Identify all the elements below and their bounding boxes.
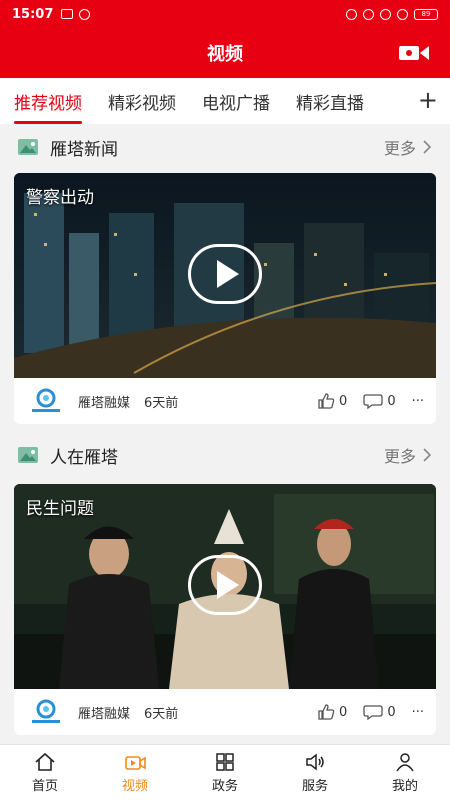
chevron-right-icon (423, 448, 432, 462)
tab-recommended-video[interactable]: 推荐视频 (14, 89, 82, 124)
source-logo (32, 388, 60, 412)
thumbs-up-icon[interactable] (317, 703, 335, 721)
play-icon (217, 260, 239, 288)
tab-tv-broadcast[interactable]: 电视广播 (202, 89, 270, 114)
bluetooth-icon (397, 8, 408, 20)
vibrate-icon (346, 8, 357, 20)
speaker-icon (306, 752, 324, 771)
nav-item-government[interactable]: 政务 (180, 745, 270, 800)
app-header: 视频 (0, 28, 450, 78)
nav-label: 服务 (301, 778, 328, 794)
source-logo (32, 699, 60, 723)
section-header-people-in-yanta: 人在雁塔 更多 (0, 432, 450, 478)
more-label: 更多 (383, 139, 416, 158)
like-count: 0 (339, 704, 348, 720)
comment-count: 0 (387, 704, 396, 720)
nav-item-video[interactable]: 视频 (90, 745, 180, 800)
status-bar: 15:07 89 (0, 0, 450, 28)
nav-item-services[interactable]: 服务 (270, 745, 360, 800)
nav-label: 首页 (31, 778, 58, 794)
tab-featured-video[interactable]: 精彩视频 (108, 89, 176, 114)
time-ago: 6天前 (144, 706, 179, 722)
bottom-nav: 首页 视频 政务 服务 我的 (0, 744, 450, 800)
nav-label: 政务 (211, 778, 238, 794)
person-icon (396, 752, 414, 771)
nav-item-home[interactable]: 首页 (0, 745, 90, 800)
image-icon (18, 139, 38, 155)
video-card: 警察出动 雁塔融媒 6天前 0 0 ··· (14, 173, 436, 424)
source-name: 雁塔融媒 (78, 706, 131, 722)
video-camera-icon[interactable] (398, 44, 430, 62)
status-time: 15:07 (12, 6, 54, 22)
image-icon (18, 447, 38, 463)
play-button[interactable] (188, 244, 262, 304)
play-icon (217, 571, 239, 599)
tab-featured-live[interactable]: 精彩直播 (296, 89, 364, 114)
home-icon (35, 752, 55, 771)
source-name: 雁塔融媒 (78, 395, 131, 411)
section-header-yanta-news: 雁塔新闻 更多 (0, 124, 450, 170)
more-link[interactable]: 更多 (384, 443, 432, 467)
more-actions-button[interactable]: ··· (412, 705, 424, 720)
alarm-icon (363, 8, 374, 20)
channel-tab-bar: 推荐视频 精彩视频 电视广播 精彩直播 + (0, 78, 450, 124)
comment-count: 0 (387, 393, 396, 409)
comment-icon[interactable] (363, 703, 383, 721)
video-icon (125, 755, 146, 770)
video-caption: 民生问题 (26, 499, 94, 519)
like-count: 0 (339, 393, 348, 409)
notification-icon (61, 9, 74, 19)
section-title: 雁塔新闻 (50, 139, 118, 160)
more-link[interactable]: 更多 (384, 135, 432, 159)
card-footer: 雁塔融媒 6天前 0 0 ··· (14, 378, 436, 424)
time-ago: 6天前 (144, 395, 179, 411)
play-button[interactable] (188, 555, 262, 615)
more-actions-button[interactable]: ··· (412, 394, 424, 409)
card-footer: 雁塔融媒 6天前 0 0 ··· (14, 689, 436, 735)
thumbs-up-icon[interactable] (317, 392, 335, 410)
more-label: 更多 (383, 447, 416, 466)
section-title: 人在雁塔 (50, 447, 118, 468)
wifi-icon (79, 8, 91, 20)
nav-label: 我的 (391, 778, 418, 794)
video-thumbnail[interactable]: 警察出动 (14, 173, 436, 378)
page-title: 视频 (207, 44, 243, 65)
video-caption: 警察出动 (26, 188, 94, 208)
chevron-right-icon (423, 140, 432, 154)
video-thumbnail[interactable]: 民生问题 (14, 484, 436, 689)
location-icon (380, 8, 391, 20)
grid-icon (216, 752, 234, 771)
nav-label: 视频 (121, 778, 148, 794)
battery-icon: 89 (414, 8, 438, 20)
video-card: 民生问题 雁塔融媒 6天前 0 0 ··· (14, 484, 436, 735)
nav-item-mine[interactable]: 我的 (360, 745, 450, 800)
add-channel-button[interactable]: + (418, 88, 438, 112)
comment-icon[interactable] (363, 392, 383, 410)
